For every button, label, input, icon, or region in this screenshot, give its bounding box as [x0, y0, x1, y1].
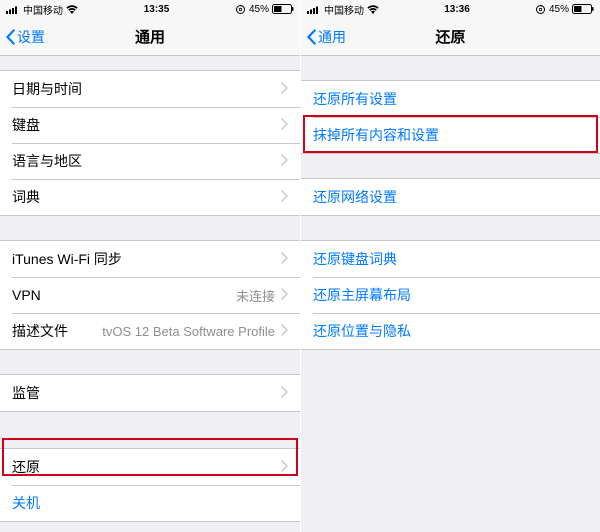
carrier-label: 中国移动 — [23, 2, 63, 17]
reset-list: 还原所有设置 抹掉所有内容和设置 还原网络设置 还原键盘词典 还原主屏幕布局 还… — [301, 56, 600, 532]
chevron-left-icon — [4, 28, 15, 46]
chevron-right-icon — [281, 190, 288, 205]
row-date-time[interactable]: 日期与时间 — [0, 71, 300, 107]
rotation-lock-icon — [535, 4, 546, 15]
rotation-lock-icon — [235, 4, 246, 15]
chevron-left-icon — [305, 28, 316, 46]
chevron-right-icon — [281, 154, 288, 169]
clock: 13:36 — [444, 4, 470, 15]
page-title: 还原 — [435, 26, 465, 47]
back-label: 通用 — [318, 27, 346, 47]
battery-icon — [272, 4, 294, 14]
row-reset[interactable]: 还原 — [0, 449, 300, 485]
row-keyboard[interactable]: 键盘 — [0, 107, 300, 143]
wifi-icon — [367, 5, 379, 14]
row-profile[interactable]: 描述文件 tvOS 12 Beta Software Profile — [0, 313, 300, 349]
row-reset-location-privacy[interactable]: 还原位置与隐私 — [301, 313, 600, 349]
back-label: 设置 — [17, 27, 45, 47]
row-erase-all[interactable]: 抹掉所有内容和设置 — [301, 117, 600, 153]
row-vpn[interactable]: VPN 未连接 — [0, 277, 300, 313]
screen-reset: 中国移动 13:36 45% 通用 还原 还原所有设置 — [300, 0, 600, 532]
row-language-region[interactable]: 语言与地区 — [0, 143, 300, 179]
back-button[interactable]: 设置 — [4, 27, 45, 47]
row-itunes-wifi-sync[interactable]: iTunes Wi-Fi 同步 — [0, 241, 300, 277]
page-title: 通用 — [135, 26, 165, 47]
signal-icon — [6, 5, 20, 14]
chevron-right-icon — [281, 252, 288, 267]
status-bar: 中国移动 13:36 45% — [301, 0, 600, 18]
battery-percent: 45% — [249, 4, 269, 15]
nav-bar: 设置 通用 — [0, 18, 300, 56]
nav-bar: 通用 还原 — [301, 18, 600, 56]
carrier-label: 中国移动 — [324, 2, 364, 17]
wifi-icon — [66, 5, 78, 14]
clock: 13:35 — [144, 4, 170, 15]
settings-list: 日期与时间 键盘 语言与地区 词典 iTunes — [0, 56, 300, 532]
row-reset-all-settings[interactable]: 还原所有设置 — [301, 81, 600, 117]
row-shutdown[interactable]: 关机 — [0, 485, 300, 521]
chevron-right-icon — [281, 288, 288, 303]
screen-general: 中国移动 13:35 45% 设置 通用 日期与时间 — [0, 0, 300, 532]
chevron-right-icon — [281, 460, 288, 475]
chevron-right-icon — [281, 82, 288, 97]
signal-icon — [307, 5, 321, 14]
status-bar: 中国移动 13:35 45% — [0, 0, 300, 18]
row-reset-keyboard-dict[interactable]: 还原键盘词典 — [301, 241, 600, 277]
profile-value: tvOS 12 Beta Software Profile — [102, 324, 275, 339]
chevron-right-icon — [281, 386, 288, 401]
chevron-right-icon — [281, 324, 288, 339]
back-button[interactable]: 通用 — [305, 27, 346, 47]
chevron-right-icon — [281, 118, 288, 133]
row-reset-home-layout[interactable]: 还原主屏幕布局 — [301, 277, 600, 313]
battery-percent: 45% — [549, 4, 569, 15]
vpn-status: 未连接 — [236, 286, 275, 305]
row-supervision[interactable]: 监管 — [0, 375, 300, 411]
row-dictionary[interactable]: 词典 — [0, 179, 300, 215]
battery-icon — [572, 4, 594, 14]
row-reset-network[interactable]: 还原网络设置 — [301, 179, 600, 215]
